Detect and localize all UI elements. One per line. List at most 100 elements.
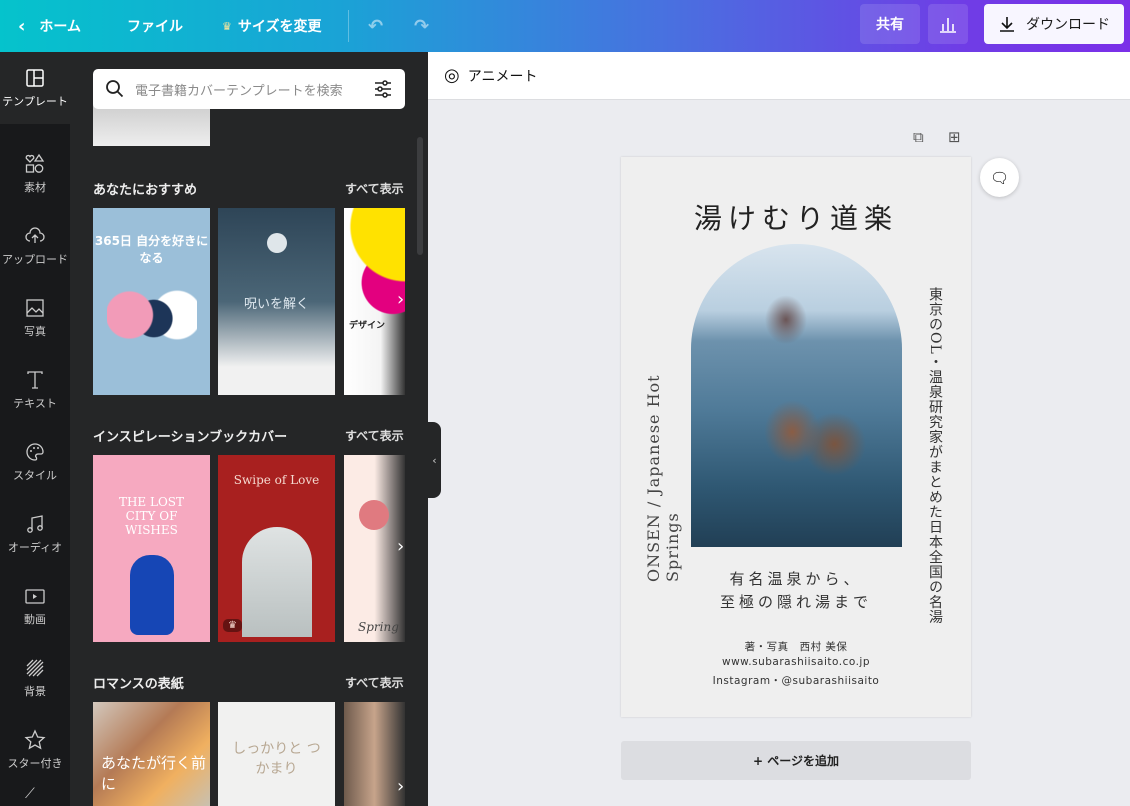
section-title: インスピレーションブックカバー <box>93 430 288 445</box>
see-all-link[interactable]: すべて表示 <box>345 674 404 691</box>
animate-button[interactable]: アニメート <box>468 66 538 86</box>
thumb-title: THE LOST CITY OF WISHES <box>118 495 185 537</box>
cover-subtitle-1[interactable]: 有名温泉から、 <box>621 568 971 589</box>
side-rail: テンプレート 素材 アップロード 写真 テキスト スタイル オーディオ 動画 背… <box>0 52 70 806</box>
rail-item-styles[interactable]: スタイル <box>0 426 70 498</box>
duplicate-page-icon[interactable]: ⧉ <box>913 128 924 146</box>
crown-icon: ♛ <box>222 19 232 33</box>
design-page[interactable]: 湯けむり道楽 ONSEN / Japanese Hot Springs 東京のO… <box>621 157 971 717</box>
rail-item-photos[interactable]: 写真 <box>0 282 70 354</box>
background-icon <box>26 659 44 677</box>
audio-icon <box>27 515 43 533</box>
divider <box>348 10 349 42</box>
template-thumbnail[interactable]: THE LOST CITY OF WISHES <box>93 455 210 642</box>
rail-label: 背景 <box>24 685 46 698</box>
top-bar: ‹ ホーム ファイル ♛ サイズを変更 ↶ ↷ 共有 ダウンロード <box>0 0 1130 52</box>
upload-icon <box>25 227 45 243</box>
rail-item-text[interactable]: テキスト <box>0 354 70 426</box>
template-thumbnail[interactable]: Spring <box>344 455 405 642</box>
chart-icon <box>940 18 956 33</box>
animate-icon: ◎ <box>444 65 460 86</box>
download-icon <box>1000 17 1014 32</box>
video-icon <box>25 589 45 604</box>
template-icon <box>26 69 44 87</box>
chevron-right-icon[interactable]: › <box>397 536 404 557</box>
rail-item-video[interactable]: 動画 <box>0 570 70 642</box>
crown-icon: ♛ <box>223 619 242 632</box>
search-icon <box>106 80 124 98</box>
panel-scrollbar[interactable] <box>417 137 423 255</box>
cover-title[interactable]: 湯けむり道楽 <box>621 197 971 237</box>
cover-photo[interactable] <box>691 244 902 547</box>
collapse-panel-handle[interactable]: ‹ <box>428 422 441 498</box>
rail-label: 動画 <box>24 613 46 626</box>
rail-label: 写真 <box>24 325 46 338</box>
template-thumbnail[interactable]: 365日 自分を好きになる <box>93 208 210 395</box>
thumb-title: Spring <box>358 620 399 634</box>
thumb-title: 呪いを解く <box>243 297 309 312</box>
rail-item-uploads[interactable]: アップロード <box>0 210 70 282</box>
template-thumbnail[interactable]: 呪いを解く <box>218 208 335 395</box>
thumb-title: デザイン <box>349 321 386 331</box>
resize-button[interactable]: ♛ サイズを変更 <box>222 0 321 52</box>
cover-author[interactable]: 著・写真 西村 美保 <box>621 639 971 654</box>
rail-item-elements[interactable]: 素材 <box>0 138 70 210</box>
home-label: ホーム <box>39 19 82 35</box>
search-input[interactable]: 電子書籍カバーテンプレートを検索 <box>93 69 405 109</box>
elements-icon <box>25 153 45 173</box>
add-page-icon[interactable]: ⊞ <box>948 128 961 146</box>
share-button[interactable]: 共有 <box>860 4 920 44</box>
add-page-button[interactable]: + ページを追加 <box>621 741 971 780</box>
rail-label: オーディオ <box>7 541 63 554</box>
palette-icon <box>26 443 44 461</box>
rail-label: 素材 <box>24 181 46 194</box>
chevron-right-icon[interactable]: › <box>397 776 404 797</box>
cover-subtitle-2[interactable]: 至極の隠れ湯まで <box>621 591 971 612</box>
template-thumbnail[interactable]: しっかりと つかまり <box>218 702 335 806</box>
section-title: あなたにおすすめ <box>93 183 198 198</box>
rail-item-templates[interactable]: テンプレート <box>0 52 70 124</box>
template-thumbnail[interactable] <box>344 702 405 806</box>
cover-instagram[interactable]: Instagram・@subarashiisaito <box>621 673 971 688</box>
resize-label: サイズを変更 <box>237 19 322 35</box>
thumb-title: Swipe of Love <box>233 473 320 487</box>
thumb-title: 365日 自分を好きになる <box>94 234 209 265</box>
section-title: ロマンスの表紙 <box>93 677 184 692</box>
comment-button[interactable]: 🗨 <box>980 158 1019 197</box>
undo-icon[interactable]: ↶ <box>368 0 383 52</box>
download-label: ダウンロード <box>1026 17 1110 33</box>
see-all-link[interactable]: すべて表示 <box>345 427 404 444</box>
file-menu[interactable]: ファイル <box>127 0 183 52</box>
star-icon <box>24 729 46 750</box>
template-thumbnail[interactable]: デザイン <box>344 208 405 395</box>
chevron-left-icon: ‹ <box>18 15 26 37</box>
rail-item-background[interactable]: 背景 <box>0 642 70 714</box>
rail-label: スター付き <box>7 757 63 770</box>
rail-label: アップロード <box>2 253 68 266</box>
thumb-title: あなたが行く前に <box>101 754 207 793</box>
cover-left-vertical-text[interactable]: ONSEN / Japanese Hot Springs <box>644 322 682 582</box>
text-icon <box>27 371 43 389</box>
rail-item-audio[interactable]: オーディオ <box>0 498 70 570</box>
download-button[interactable]: ダウンロード <box>984 4 1124 44</box>
filter-icon[interactable] <box>373 79 393 99</box>
comment-icon: 🗨 <box>989 168 1010 187</box>
redo-icon[interactable]: ↷ <box>414 0 429 52</box>
thumb-title: しっかりと つかまり <box>232 741 321 777</box>
rail-label: テキスト <box>13 397 57 410</box>
home-button[interactable]: ‹ ホーム <box>18 0 81 52</box>
rail-label: テンプレート <box>2 95 68 108</box>
trend-icon[interactable]: ⟋ <box>25 786 35 802</box>
search-placeholder: 電子書籍カバーテンプレートを検索 <box>135 83 343 99</box>
see-all-link[interactable]: すべて表示 <box>345 180 404 197</box>
rail-label: スタイル <box>13 469 57 482</box>
rail-item-starred[interactable]: スター付き <box>0 714 70 786</box>
cover-website[interactable]: www.subarashiisaito.co.jp <box>621 656 971 668</box>
insights-button[interactable] <box>928 4 968 44</box>
editor-toolbar: ◎ アニメート <box>428 52 1130 100</box>
chevron-right-icon[interactable]: › <box>397 289 404 310</box>
templates-panel: 電子書籍カバーテンプレートを検索 あなたにおすすめ すべて表示 365日 自分を… <box>70 52 428 806</box>
photo-icon <box>26 299 44 317</box>
template-thumbnail[interactable]: Swipe of Love ♛ <box>218 455 335 642</box>
template-thumbnail[interactable]: あなたが行く前に <box>93 702 210 806</box>
